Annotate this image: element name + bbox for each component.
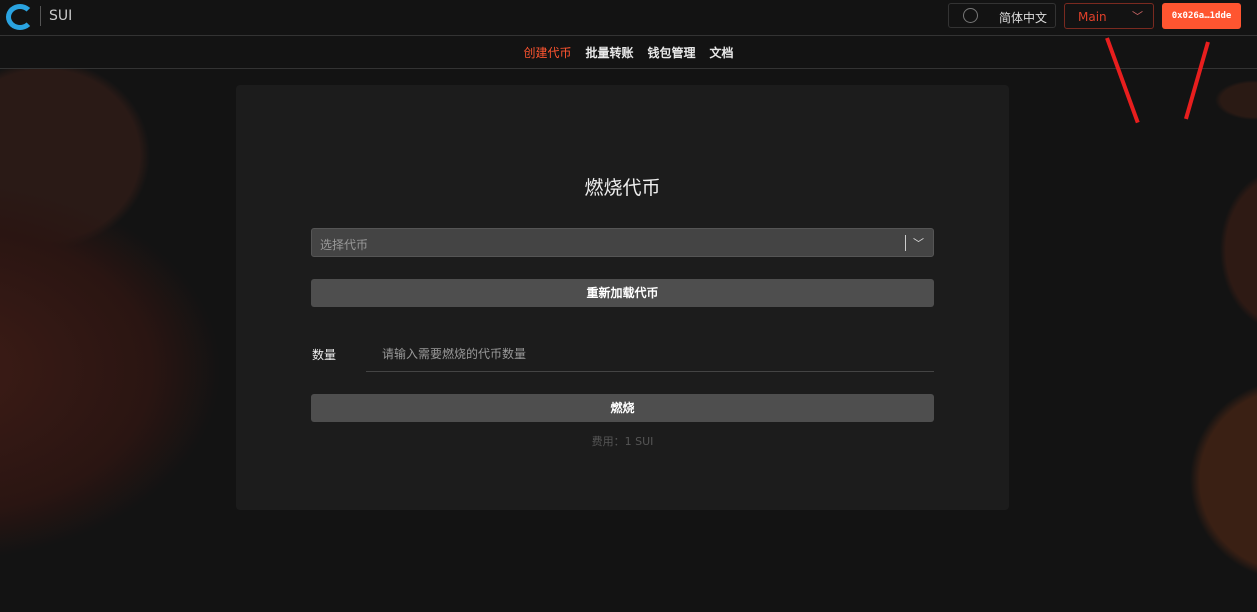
fee-text: 费用：1 SUI	[591, 435, 654, 448]
burn-button[interactable]: 燃烧	[311, 394, 934, 422]
language-label: 简体中文	[999, 11, 1048, 25]
amount-input[interactable]: 请输入需要燃烧的代币数量	[366, 337, 934, 372]
burn-token-card: 燃烧代币 选择代币 ﹀ 重新加载代币 数量 请输入需要燃烧的代币数量 燃烧 费用：…	[236, 85, 1009, 510]
reload-tokens-button[interactable]: 重新加载代币	[311, 279, 934, 307]
globe-icon	[963, 8, 978, 23]
nav-create-token[interactable]: 创建代币	[523, 37, 571, 69]
top-bar: SUI 简体中文 Main ﹀ 0x026a…1dde	[0, 0, 1257, 36]
wallet-button[interactable]: 0x026a…1dde	[1162, 3, 1241, 29]
chevron-down-icon: ﹀	[1132, 10, 1143, 23]
token-select[interactable]: 选择代币 ﹀	[311, 228, 934, 257]
brand-name: SUI	[49, 8, 73, 24]
amount-label: 数量	[312, 348, 337, 362]
nav-wallet-management[interactable]: 钱包管理	[648, 37, 696, 69]
network-select[interactable]: Main ﹀	[1064, 3, 1154, 29]
divider	[905, 235, 906, 251]
language-button[interactable]: 简体中文	[948, 3, 1056, 28]
main-nav: 创建代币 批量转账 钱包管理 文档	[0, 37, 1257, 69]
logo-icon[interactable]	[6, 4, 34, 30]
page-title: 燃烧代币	[584, 177, 661, 199]
divider	[40, 6, 41, 26]
chevron-down-icon: ﹀	[913, 237, 924, 250]
token-select-placeholder: 选择代币	[320, 238, 369, 252]
nav-batch-transfer[interactable]: 批量转账	[585, 37, 633, 69]
nav-docs[interactable]: 文档	[710, 37, 734, 69]
network-label: Main	[1078, 10, 1107, 24]
